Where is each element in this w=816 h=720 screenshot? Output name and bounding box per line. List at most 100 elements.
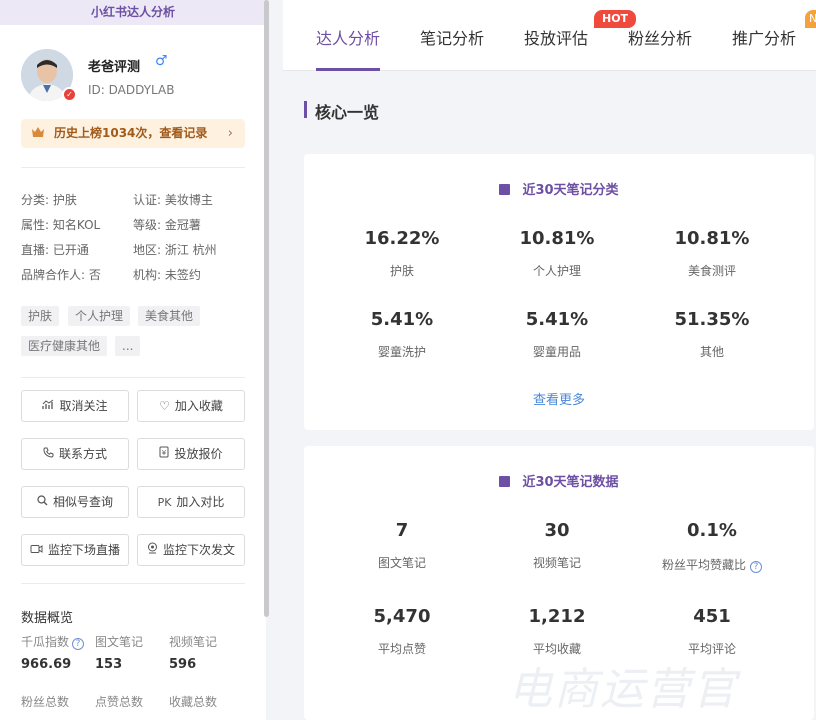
stat-value: 5.41% xyxy=(525,309,589,330)
influencer-sidebar: 小红书达人分析 ✓ 老爸评测 ♂ ID: DADDYLAB 历史上榜1034次，… xyxy=(0,0,266,720)
main-content: 达人分析 笔记分析 投放评估 粉丝分析 推广分析 HOT N 核心一览 近30天… xyxy=(283,0,816,720)
video-camera-icon xyxy=(30,535,43,565)
overview-label-collects: 收藏总数 xyxy=(169,695,218,709)
attr-level: 等级: 金冠薯 xyxy=(133,218,201,232)
attr-agency: 机构: 未签约 xyxy=(133,268,201,282)
unfollow-label: 取消关注 xyxy=(59,399,108,413)
price-tag-icon: ¥ xyxy=(159,439,169,469)
location-pin-icon xyxy=(147,535,158,565)
help-icon[interactable]: ? xyxy=(72,638,85,650)
rank-history-bar[interactable]: 历史上榜1034次，查看记录 › xyxy=(21,119,245,148)
tab-bar: 达人分析 笔记分析 投放评估 粉丝分析 推广分析 HOT N xyxy=(283,0,816,71)
tag-more[interactable]: ... xyxy=(115,336,141,356)
overview-label-likes: 点赞总数 xyxy=(95,695,144,709)
collect-label: 加入收藏 xyxy=(174,399,223,413)
tab-influencer-analysis[interactable]: 达人分析 xyxy=(316,25,380,49)
unfollow-button[interactable]: 取消关注 xyxy=(21,390,129,422)
divider xyxy=(21,583,245,584)
stat-value: 51.35% xyxy=(674,309,750,330)
stat-value: 10.81% xyxy=(674,228,750,249)
tab-note-analysis[interactable]: 笔记分析 xyxy=(420,25,484,49)
similar-search-button[interactable]: 相似号查询 xyxy=(21,486,129,518)
stat-label: 婴童洗护 xyxy=(377,345,426,359)
stat-label: 平均点赞 xyxy=(377,642,426,656)
stat-label: 婴童用品 xyxy=(532,345,581,359)
monitor-post-label: 监控下次发文 xyxy=(162,543,235,557)
active-tab-indicator xyxy=(316,68,380,71)
contact-button[interactable]: 联系方式 xyxy=(21,438,129,470)
section-title: 核心一览 xyxy=(304,99,379,123)
book-icon xyxy=(499,476,511,487)
overview-label-video-notes: 视频笔记 xyxy=(169,635,218,649)
rank-history-text: 历史上榜1034次，查看记录 xyxy=(54,126,208,140)
watermark: 电商运营官 xyxy=(508,664,738,715)
influencer-id: ID: DADDYLAB xyxy=(88,83,175,97)
card-title: 近30天笔记分类 xyxy=(304,179,814,198)
influencer-name: 老爸评测 xyxy=(88,60,141,75)
chevron-right-icon: › xyxy=(227,126,233,141)
stat-label: 个人护理 xyxy=(532,264,581,278)
chart-icon xyxy=(42,391,54,421)
stat-value: 1,212 xyxy=(528,606,586,627)
overview-value-video-notes: 596 xyxy=(169,657,197,672)
stat-label: 护肤 xyxy=(389,264,414,278)
overview-label-fans: 粉丝总数 xyxy=(21,695,70,709)
stat-value: 30 xyxy=(544,520,570,541)
compare-button[interactable]: PK 加入对比 xyxy=(137,486,245,518)
tab-fans-analysis[interactable]: 粉丝分析 xyxy=(628,25,692,49)
card-title-text: 近30天笔记数据 xyxy=(522,475,619,490)
divider xyxy=(21,377,245,378)
book-icon xyxy=(499,184,511,195)
svg-text:¥: ¥ xyxy=(162,449,167,457)
stat-value: 7 xyxy=(395,520,409,541)
sidebar-header: 小红书达人分析 xyxy=(0,0,266,25)
quote-label: 投放报价 xyxy=(174,447,223,461)
attr-certification: 认证: 美妆博主 xyxy=(133,193,213,207)
monitor-live-button[interactable]: 监控下场直播 xyxy=(21,534,129,566)
stat-value: 5.41% xyxy=(370,309,434,330)
tag-item[interactable]: 个人护理 xyxy=(68,306,131,326)
attr-brand-partner: 品牌合作人: 否 xyxy=(21,268,101,282)
quote-button[interactable]: ¥ 投放报价 xyxy=(137,438,245,470)
note-category-card: 近30天笔记分类 16.22% 护肤 10.81% 个人护理 10.81% 美食… xyxy=(304,154,814,430)
divider xyxy=(21,167,245,168)
tag-item[interactable]: 美食其他 xyxy=(138,306,201,326)
verified-icon: ✓ xyxy=(62,87,77,102)
attr-live: 直播: 已开通 xyxy=(21,243,89,257)
avatar[interactable]: ✓ xyxy=(21,49,77,102)
overview-value-image-notes: 153 xyxy=(95,657,123,672)
phone-icon xyxy=(43,439,54,469)
attr-property: 属性: 知名KOL xyxy=(21,218,101,232)
overview-label-text: 千瓜指数 xyxy=(21,635,70,649)
tag-item[interactable]: 医疗健康其他 xyxy=(21,336,108,356)
overview-label-index: 千瓜指数? xyxy=(21,633,85,650)
view-more-link[interactable]: 查看更多 xyxy=(304,389,814,408)
attr-region: 地区: 浙江 杭州 xyxy=(133,243,217,257)
heart-icon: ♡ xyxy=(159,399,170,413)
monitor-post-button[interactable]: 监控下次发文 xyxy=(137,534,245,566)
stat-value: 5,470 xyxy=(373,606,431,627)
pk-icon: PK xyxy=(157,496,172,509)
overview-value-index: 966.69 xyxy=(21,657,72,672)
stat-label: 其他 xyxy=(699,345,724,359)
stat-label: 美食测评 xyxy=(687,264,736,278)
card-title: 近30天笔记数据 xyxy=(304,471,814,490)
tag-item[interactable]: 护肤 xyxy=(21,306,60,326)
help-icon[interactable]: ? xyxy=(750,561,762,573)
stat-value: 16.22% xyxy=(364,228,440,249)
new-badge: N xyxy=(805,10,816,28)
male-icon: ♂ xyxy=(155,53,168,69)
overview-label-image-notes: 图文笔记 xyxy=(95,635,144,649)
crown-icon xyxy=(31,119,45,148)
contact-label: 联系方式 xyxy=(58,447,107,461)
stat-label-with-help: 粉丝平均赞藏比? xyxy=(642,556,782,573)
stat-label: 视频笔记 xyxy=(532,556,581,570)
compare-label: 加入对比 xyxy=(176,495,225,509)
tab-placement-evaluation[interactable]: 投放评估 xyxy=(524,25,588,49)
hot-badge: HOT xyxy=(594,10,637,28)
tab-promotion-analysis[interactable]: 推广分析 xyxy=(732,25,796,49)
stat-value: 10.81% xyxy=(519,228,595,249)
overview-title: 数据概览 xyxy=(21,611,74,626)
similar-label: 相似号查询 xyxy=(52,495,113,509)
collect-button[interactable]: ♡ 加入收藏 xyxy=(137,390,245,422)
